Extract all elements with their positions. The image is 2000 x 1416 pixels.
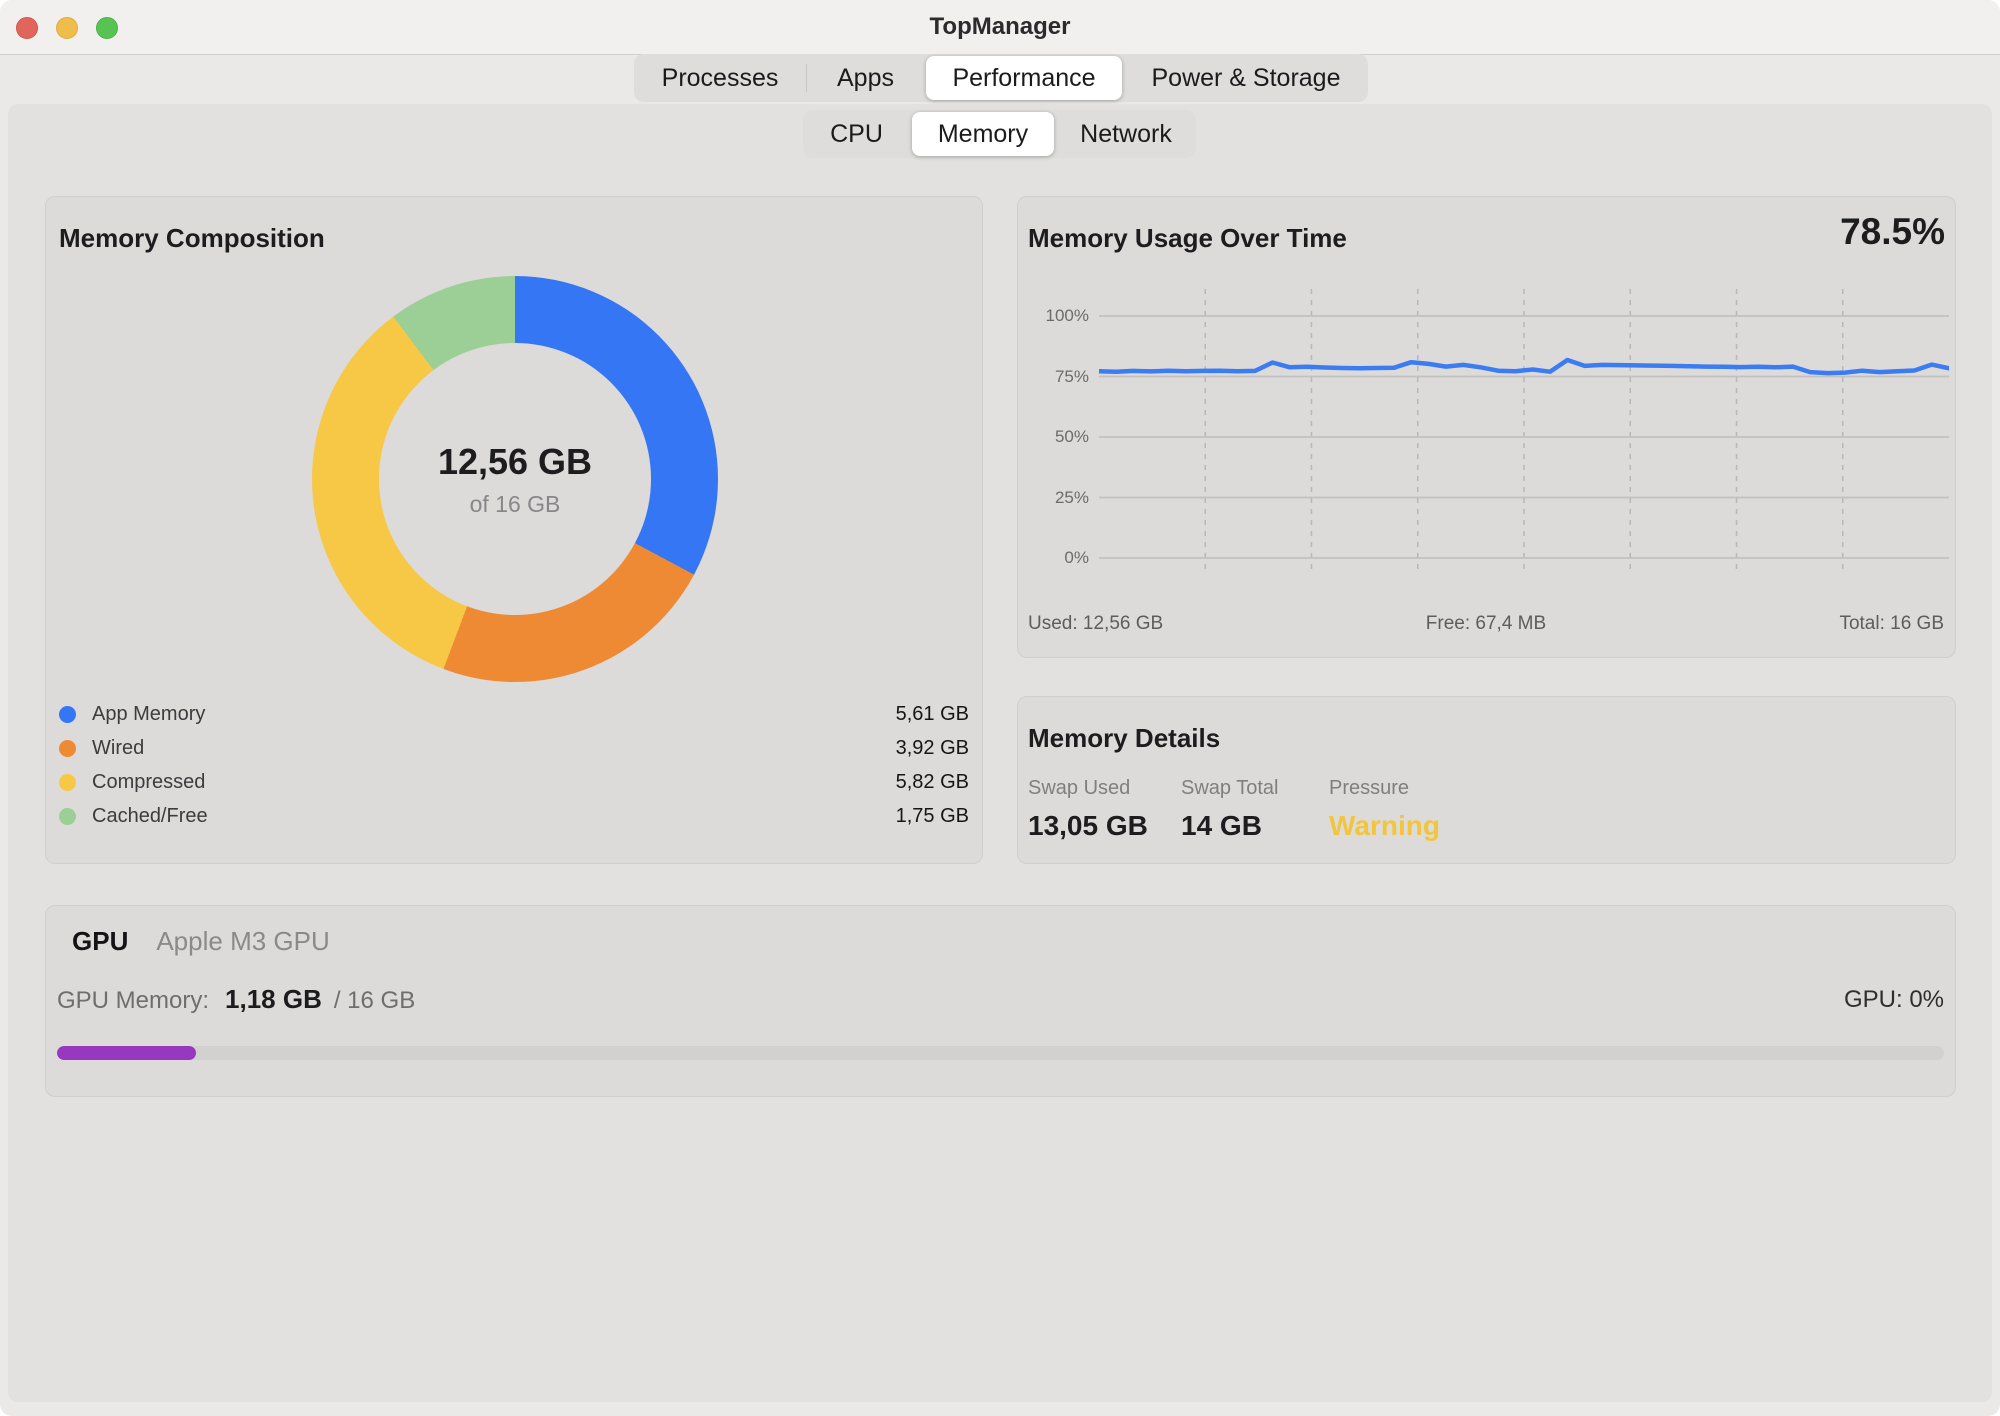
gpu-memory-total: / 16 GB bbox=[334, 987, 415, 1015]
legend-label: Cached/Free bbox=[92, 805, 208, 828]
gpu-usage-percent: GPU: 0% bbox=[1844, 986, 1944, 1014]
pressure-column: Pressure Warning bbox=[1329, 777, 1440, 842]
app-memory-dot-icon bbox=[59, 706, 76, 723]
legend-value: 5,61 GB bbox=[896, 703, 969, 726]
gpu-progress-fill bbox=[57, 1046, 196, 1060]
legend-value: 1,75 GB bbox=[896, 805, 969, 828]
tab-performance[interactable]: Performance bbox=[926, 56, 1122, 100]
title-bar: TopManager bbox=[0, 0, 2000, 55]
gpu-name: Apple M3 GPU bbox=[156, 926, 329, 957]
pressure-value: Warning bbox=[1329, 810, 1440, 842]
memory-used-total: 12,56 GB bbox=[438, 441, 592, 483]
compressed-dot-icon bbox=[59, 774, 76, 791]
memory-usage-current-percent: 78.5% bbox=[1840, 211, 1945, 253]
memory-usage-footer: Used: 12,56 GB Free: 67,4 MB Total: 16 G… bbox=[1028, 613, 1944, 635]
gpu-memory-used: 1,18 GB bbox=[225, 984, 322, 1015]
pressure-label: Pressure bbox=[1329, 777, 1440, 800]
gpu-memory-progress-bar bbox=[57, 1046, 1944, 1060]
gpu-title: GPU bbox=[72, 926, 128, 957]
gpu-memory-label: GPU Memory: bbox=[57, 987, 209, 1015]
legend-label: Compressed bbox=[92, 771, 205, 794]
ytick-75: 75% bbox=[1023, 366, 1089, 388]
cached-free-dot-icon bbox=[59, 808, 76, 825]
memory-composition-title: Memory Composition bbox=[59, 223, 325, 254]
ytick-25: 25% bbox=[1023, 487, 1089, 509]
memory-legend: App Memory 5,61 GB Wired 3,92 GB Compres… bbox=[59, 697, 969, 833]
performance-subtab-bar: CPU Memory Network bbox=[803, 110, 1196, 158]
ytick-0: 0% bbox=[1023, 547, 1089, 569]
memory-usage-title: Memory Usage Over Time bbox=[1028, 223, 1347, 254]
memory-usage-card: Memory Usage Over Time 78.5% 100% 75% 50… bbox=[1017, 196, 1956, 658]
memory-details-card: Memory Details Swap Used 13,05 GB Swap T… bbox=[1017, 696, 1956, 864]
main-tab-bar: Processes Apps Performance Power & Stora… bbox=[634, 54, 1368, 102]
memory-donut-center: 12,56 GB of 16 GB bbox=[312, 276, 718, 682]
legend-row-wired: Wired 3,92 GB bbox=[59, 731, 969, 765]
legend-row-cached-free: Cached/Free 1,75 GB bbox=[59, 799, 969, 833]
tab-power-storage[interactable]: Power & Storage bbox=[1124, 54, 1368, 102]
subtab-memory[interactable]: Memory bbox=[912, 112, 1054, 156]
memory-free-label: Free: 67,4 MB bbox=[1028, 613, 1944, 635]
vertical-gridlines bbox=[1205, 289, 1843, 571]
legend-label: Wired bbox=[92, 737, 144, 760]
memory-details-title: Memory Details bbox=[1028, 723, 1220, 754]
tab-apps[interactable]: Apps bbox=[807, 54, 924, 102]
legend-value: 5,82 GB bbox=[896, 771, 969, 794]
wired-dot-icon bbox=[59, 740, 76, 757]
gpu-card: GPU Apple M3 GPU GPU Memory: 1,18 GB / 1… bbox=[45, 905, 1956, 1097]
swap-used-label: Swap Used bbox=[1028, 777, 1148, 800]
swap-used-value: 13,05 GB bbox=[1028, 810, 1148, 842]
legend-row-compressed: Compressed 5,82 GB bbox=[59, 765, 969, 799]
legend-label: App Memory bbox=[92, 703, 205, 726]
swap-total-value: 14 GB bbox=[1181, 810, 1278, 842]
gpu-memory-row: GPU Memory: 1,18 GB / 16 GB bbox=[57, 984, 415, 1015]
tab-processes[interactable]: Processes bbox=[634, 54, 806, 102]
legend-value: 3,92 GB bbox=[896, 737, 969, 760]
memory-total-label: Total: 16 GB bbox=[1839, 613, 1944, 635]
app-window: TopManager Processes Apps Performance Po… bbox=[0, 0, 2000, 1416]
swap-total-column: Swap Total 14 GB bbox=[1181, 777, 1278, 842]
memory-usage-chart bbox=[1099, 289, 1949, 571]
swap-total-label: Swap Total bbox=[1181, 777, 1278, 800]
swap-used-column: Swap Used 13,05 GB bbox=[1028, 777, 1148, 842]
window-title: TopManager bbox=[0, 13, 2000, 41]
ytick-100: 100% bbox=[1023, 305, 1089, 327]
subtab-cpu[interactable]: CPU bbox=[803, 110, 910, 158]
ytick-50: 50% bbox=[1023, 426, 1089, 448]
legend-row-app-memory: App Memory 5,61 GB bbox=[59, 697, 969, 731]
memory-capacity: of 16 GB bbox=[470, 491, 561, 518]
memory-composition-card: Memory Composition 12,56 GB of 16 GB App… bbox=[45, 196, 983, 864]
subtab-network[interactable]: Network bbox=[1056, 110, 1196, 158]
gpu-header: GPU Apple M3 GPU bbox=[72, 926, 330, 957]
